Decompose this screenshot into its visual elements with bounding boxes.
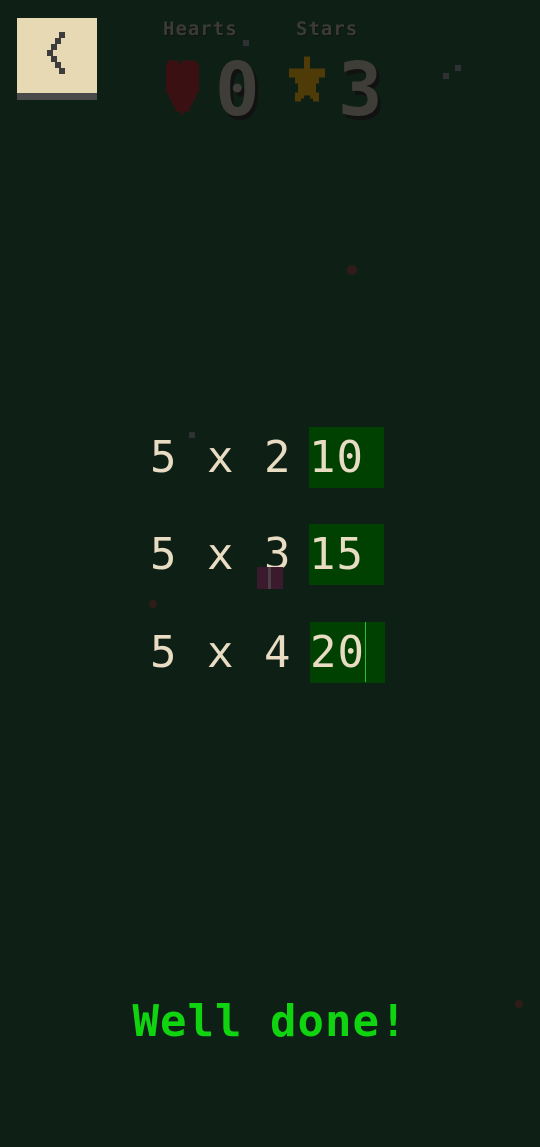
heart-icon [166,60,199,115]
chevron-left-icon [47,32,65,74]
stars-count: 3 [338,47,383,133]
text-caret [364,622,366,682]
equation: 5 x 2 [150,432,293,483]
deco-particle [443,73,449,79]
stars-label: Stars [296,18,359,40]
back-button[interactable] [17,18,97,100]
deco-particle [455,65,461,71]
success-message: Well done! [132,996,408,1047]
answer-input[interactable]: 15 [309,524,384,585]
deco-particle [243,40,249,46]
hearts-count: 0 [215,47,260,133]
gift-icon [257,567,283,589]
equation: 5 x 4 [150,627,293,678]
answer-input[interactable]: 10 [309,427,384,488]
spark-effect [149,600,157,608]
answer-value: 20 [310,627,365,678]
spark-effect [347,265,357,275]
star-icon [289,56,325,102]
hearts-label: Hearts [163,18,238,40]
answer-input-active[interactable]: 20 [310,622,385,683]
